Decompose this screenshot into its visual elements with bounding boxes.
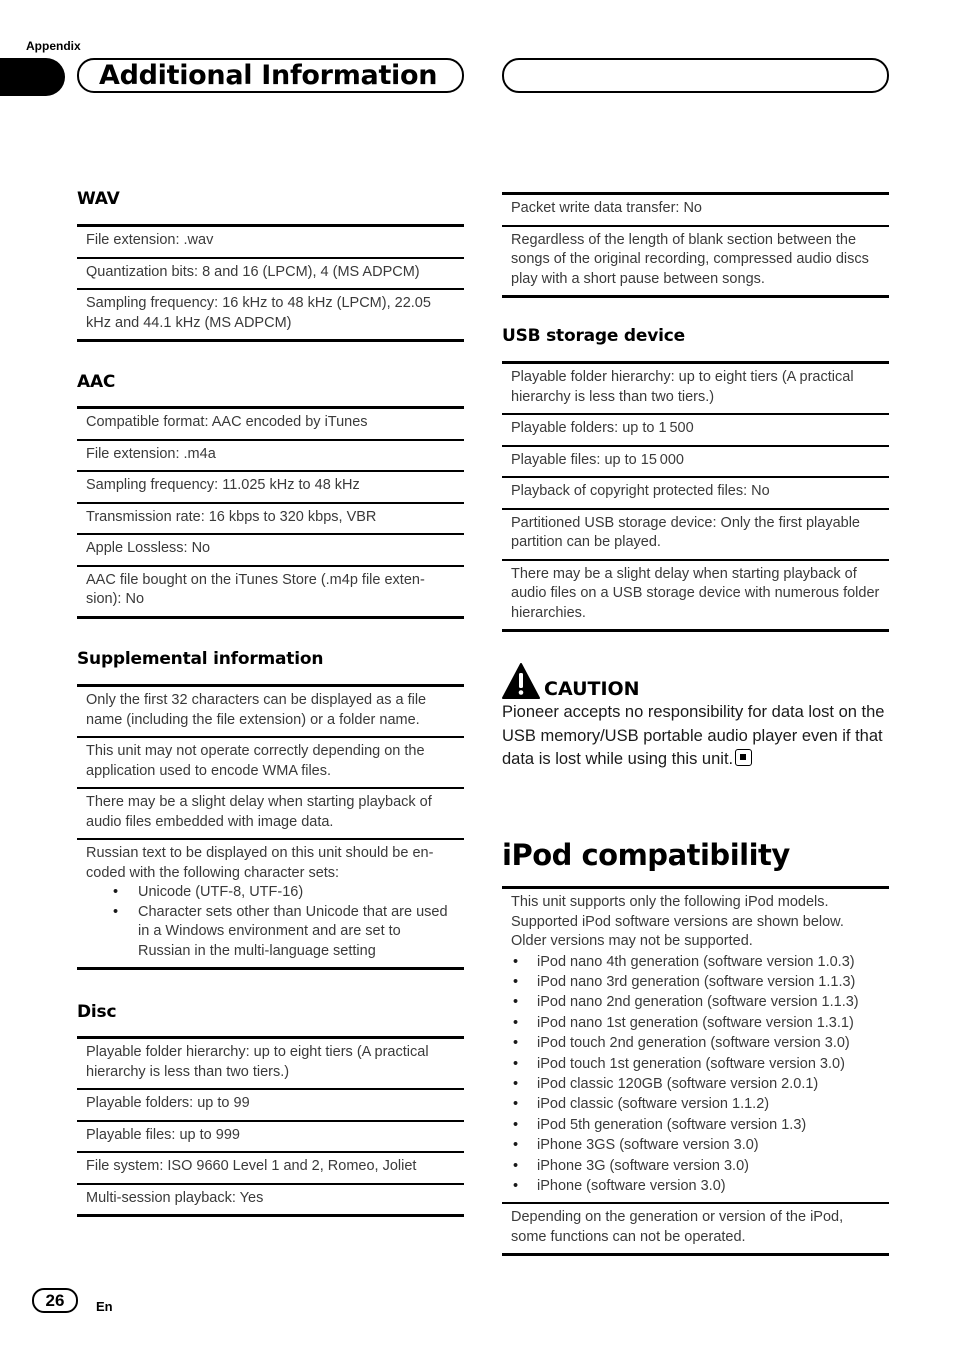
table-row: This unit may not operate correctly depe… [77, 738, 464, 789]
wav-table: File extension: .wav Quantization bits: … [77, 224, 464, 342]
list-item: iPod 5th generation (software version 1.… [511, 1115, 880, 1136]
supplemental-table: Only the first 32 characters can be disp… [77, 684, 464, 970]
list-item: iPhone (software version 3.0) [511, 1176, 880, 1197]
caution-body: Pioneer accepts no responsibility for da… [502, 703, 885, 768]
table-row: Sampling frequency: 11.025 kHz to 48 kHz [77, 472, 464, 504]
ipod-note-row: Depending on the generation or version o… [502, 1204, 889, 1257]
table-row: There may be a slight delay when startin… [502, 561, 889, 632]
list-item: Unicode (UTF-8, UTF-16) [86, 883, 455, 903]
ipod-models-row: This unit supports only the following iP… [502, 889, 889, 1205]
table-row: Partitioned USB storage device: Only the… [502, 510, 889, 561]
list-item: Character sets other than Unicode that a… [86, 903, 455, 962]
table-row: Playback of copyright protected files: N… [502, 478, 889, 510]
caution-header: CAUTION [502, 661, 897, 699]
wav-heading: WAV [77, 189, 120, 209]
ipod-model-list: iPod nano 4th generation (software versi… [511, 952, 880, 1197]
table-row: Regardless of the length of blank sectio… [502, 227, 889, 298]
table-row: AAC file bought on the iTunes Store (.m4… [77, 567, 464, 619]
table-row: Quantization bits: 8 and 16 (LPCM), 4 (M… [77, 259, 464, 290]
caution-heading: CAUTION [544, 678, 640, 700]
table-row: Playable folders: up to 99 [77, 1090, 464, 1122]
caution-text: Pioneer accepts no responsibility for da… [502, 701, 897, 772]
table-row: Playable folder hierarchy: up to eight t… [502, 364, 889, 415]
table-row: File extension: .wav [77, 227, 464, 259]
list-item: iPod classic (software version 1.1.2) [511, 1094, 880, 1115]
appendix-label: Appendix [26, 39, 81, 53]
table-row: File system: ISO 9660 Level 1 and 2, Rom… [77, 1153, 464, 1185]
table-row: Sampling frequency: 16 kHz to 48 kHz (LP… [77, 290, 464, 342]
list-item: iPod classic 120GB (software version 2.0… [511, 1074, 880, 1095]
list-item: iPod nano 3rd generation (software versi… [511, 972, 880, 993]
table-row: Compatible format: AAC encoded by iTunes [77, 409, 464, 441]
table-row: Transmission rate: 16 kbps to 320 kbps, … [77, 504, 464, 535]
list-item: iPod touch 2nd generation (software vers… [511, 1033, 880, 1054]
table-row: There may be a slight delay when startin… [77, 789, 464, 840]
page-number: 26 [32, 1288, 78, 1313]
usb-heading: USB storage device [502, 326, 685, 346]
disc-heading: Disc [77, 1002, 117, 1022]
table-row: Playable files: up to 999 [77, 1122, 464, 1153]
ipod-heading: iPod compatibility [502, 838, 790, 872]
language-code: En [96, 1299, 113, 1314]
left-column: WAV File extension: .wav Quantization bi… [77, 0, 464, 1352]
table-row: Playable folders: up to 1 500 [502, 415, 889, 447]
warning-triangle-icon [502, 663, 540, 699]
ipod-intro: This unit supports only the following iP… [511, 894, 844, 949]
aac-table: Compatible format: AAC encoded by iTunes… [77, 406, 464, 619]
list-item: iPhone 3G (software version 3.0) [511, 1156, 880, 1177]
table-row: File extension: .m4a [77, 441, 464, 472]
table-row: Only the first 32 characters can be disp… [77, 687, 464, 738]
end-mark-icon [735, 749, 753, 766]
list-item: iPhone 3GS (software version 3.0) [511, 1135, 880, 1156]
table-row: Multi-session playback: Yes [77, 1185, 464, 1217]
russian-intro: Russian text to be displayed on this uni… [86, 845, 434, 881]
aac-heading: AAC [77, 372, 116, 392]
charset-list: Unicode (UTF-8, UTF-16) Character sets o… [86, 883, 455, 961]
table-row: Apple Lossless: No [77, 535, 464, 567]
table-row: Playable files: up to 15 000 [502, 447, 889, 478]
list-item: iPod nano 1st generation (software versi… [511, 1013, 880, 1034]
list-item: iPod nano 4th generation (software versi… [511, 952, 880, 973]
table-row: Packet write data transfer: No [502, 195, 889, 227]
table-row-russian: Russian text to be displayed on this uni… [77, 840, 464, 970]
list-item: iPod nano 2nd generation (software versi… [511, 992, 880, 1013]
supplemental-heading: Supplemental information [77, 649, 324, 669]
list-item: iPod touch 1st generation (software vers… [511, 1054, 880, 1075]
ipod-table: This unit supports only the following iP… [502, 886, 889, 1257]
usb-table: Playable folder hierarchy: up to eight t… [502, 361, 889, 632]
table-row: Playable folder hierarchy: up to eight t… [77, 1039, 464, 1090]
section-tab-marker [0, 58, 65, 96]
disc-continued-table: Packet write data transfer: No Regardles… [502, 192, 889, 298]
caution-box: CAUTION Pioneer accepts no responsibilit… [502, 661, 897, 772]
disc-table: Playable folder hierarchy: up to eight t… [77, 1036, 464, 1217]
